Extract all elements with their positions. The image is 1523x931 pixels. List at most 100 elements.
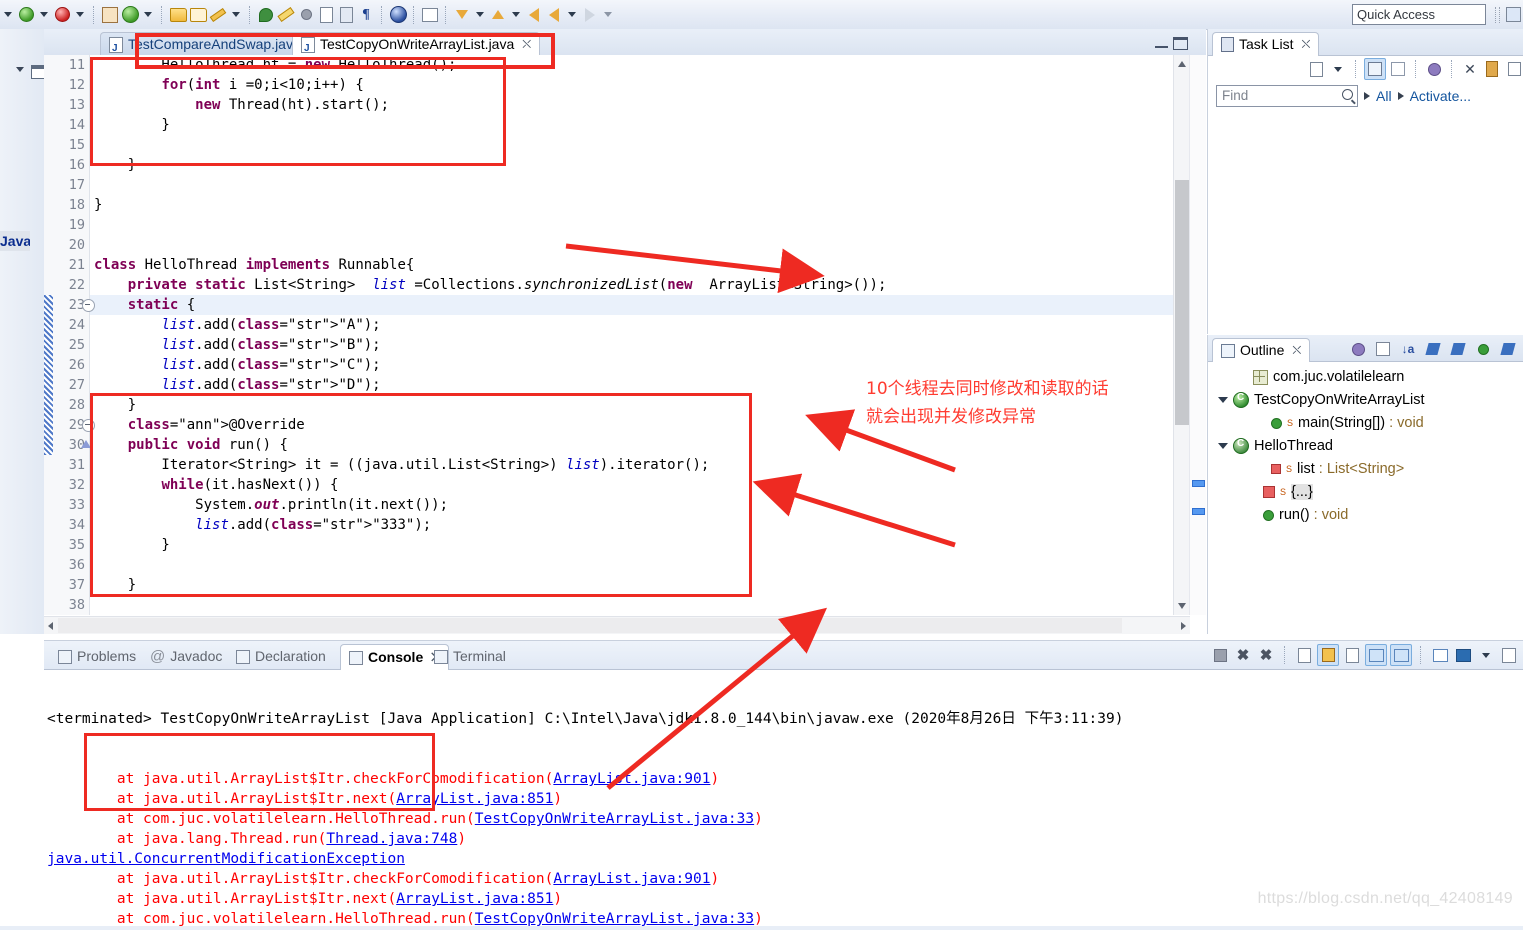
new-task-caret[interactable] (1328, 59, 1348, 79)
search-icon[interactable] (256, 3, 276, 27)
toggle-block-selection-icon[interactable] (316, 3, 336, 27)
open-console-icon[interactable] (1453, 645, 1473, 665)
quick-access-input[interactable]: Quick Access (1352, 4, 1486, 25)
link-with-editor-icon[interactable] (1498, 339, 1518, 359)
find-input[interactable]: Find (1216, 85, 1358, 107)
code-text[interactable]: HelloThread ht = new HelloThread(); for(… (94, 55, 1184, 615)
outline-row[interactable]: HelloThread (1214, 434, 1333, 458)
sort-icon[interactable]: ↓a (1398, 339, 1418, 359)
outline-row[interactable]: S {...} (1214, 480, 1313, 504)
editor-tab-testcopyonwritearraylist[interactable]: TestCopyOnWriteArrayList.java ⛌ (292, 32, 541, 60)
edit-caret[interactable] (232, 12, 240, 17)
previous-annotation-icon[interactable] (488, 3, 508, 27)
hide-non-public-icon[interactable] (1448, 339, 1468, 359)
tab-outline[interactable]: Outline ⛌ (1212, 338, 1311, 362)
overview-mark[interactable] (1192, 480, 1205, 487)
close-icon[interactable]: ⛌ (1292, 339, 1301, 362)
tab-declaration[interactable]: Declaration (228, 644, 334, 669)
code-editor[interactable]: 11 12 13 14 15 16 17 18 19 20 21 22 23 24 25 26 27 28 29 30… (44, 55, 1190, 615)
stack-frame-link[interactable]: ArrayList.java:901 (553, 871, 710, 887)
back-caret[interactable] (568, 12, 576, 17)
stack-frame-link[interactable]: TestCopyOnWriteArrayList.java:33 (475, 811, 754, 827)
clear-console-icon[interactable] (1294, 645, 1314, 665)
scroll-up-arrow-icon[interactable] (1178, 61, 1186, 67)
outline-row[interactable]: Slist : List<String> (1214, 457, 1404, 481)
outline-row[interactable]: com.juc.volatilelearn (1214, 365, 1404, 389)
show-whitespace-icon[interactable] (336, 3, 356, 27)
back-icon[interactable] (544, 3, 564, 27)
hide-static-icon[interactable] (1423, 339, 1443, 359)
pilcrow-icon[interactable]: ¶ (356, 3, 376, 27)
run-icon[interactable] (16, 3, 36, 27)
overview-mark[interactable] (1192, 508, 1205, 515)
forward-caret[interactable] (604, 12, 612, 17)
back-history-icon[interactable] (524, 3, 544, 27)
open-resource-icon[interactable] (188, 3, 208, 27)
stack-frame-link[interactable]: ArrayList.java:851 (396, 791, 553, 807)
chevron-down-icon[interactable] (1218, 443, 1228, 449)
editor-overview-ruler[interactable] (1189, 55, 1206, 615)
tab-problems[interactable]: Problems (50, 644, 144, 669)
hide-local-types-icon[interactable] (1473, 339, 1493, 359)
close-icon[interactable]: ⛌ (1301, 33, 1310, 56)
editor-horizontal-scrollbar[interactable] (44, 616, 1190, 634)
tab-terminal[interactable]: Terminal (426, 644, 514, 669)
new-task-icon[interactable] (1306, 59, 1326, 79)
exception-link[interactable]: java.util.ConcurrentModificationExceptio… (47, 851, 405, 867)
maximize-editor-icon[interactable] (1173, 37, 1188, 50)
editor-vertical-scrollbar[interactable] (1173, 55, 1190, 615)
fold-collapse-icon[interactable] (82, 299, 95, 312)
outline-row[interactable]: run() : void (1214, 503, 1348, 527)
outline-row[interactable]: TestCopyOnWriteArrayList (1214, 388, 1425, 412)
stack-frame-link[interactable]: TestCopyOnWriteArrayList.java:33 (475, 911, 754, 927)
filter-completed-icon[interactable]: ✕ (1460, 59, 1480, 79)
toggle-ant-icon[interactable] (296, 3, 316, 27)
tab-task-list[interactable]: Task List ⛌ (1212, 32, 1320, 56)
chevron-down-icon[interactable] (1218, 397, 1228, 403)
scroll-lock-icon[interactable] (1317, 644, 1339, 666)
stack-frame-link[interactable]: ArrayList.java:851 (396, 891, 553, 907)
java-perspective-label[interactable]: Java (0, 231, 30, 251)
scroll-down-arrow-icon[interactable] (1178, 603, 1186, 609)
new-console-view-icon[interactable] (1499, 645, 1519, 665)
show-console-on-output-icon[interactable] (1365, 644, 1387, 666)
remove-all-terminated-icon[interactable]: ✖ (1256, 645, 1276, 665)
run-history-caret[interactable] (40, 12, 48, 17)
scheduled-mode-icon[interactable] (1388, 59, 1408, 79)
display-selected-console-icon[interactable] (1430, 645, 1450, 665)
editor-scroll-thumb[interactable] (1175, 180, 1189, 425)
focus-on-active-task-icon[interactable] (1348, 339, 1368, 359)
scroll-right-arrow-icon[interactable] (1181, 622, 1186, 630)
editor-tab-testcompareandswap[interactable]: TestCompareAndSwap.java (100, 32, 310, 60)
next-annotation-icon[interactable] (452, 3, 472, 27)
mark-occurrences-icon[interactable] (276, 3, 296, 27)
toolbar-grip[interactable] (1495, 6, 1500, 23)
restore-view-icon[interactable] (31, 65, 45, 79)
collapse-all-icon[interactable] (1504, 59, 1523, 79)
pin-console-icon[interactable] (1390, 644, 1412, 666)
debug-history-caret[interactable] (76, 12, 84, 17)
new-java-project-icon[interactable] (120, 3, 140, 27)
forward-icon[interactable] (580, 3, 600, 27)
categorized-mode-icon[interactable] (1364, 58, 1386, 80)
close-icon[interactable]: ⛌ (522, 33, 531, 56)
stack-frame-link[interactable]: Thread.java:748 (326, 831, 457, 847)
hide-fields-icon[interactable] (1373, 339, 1393, 359)
open-web-browser-icon[interactable] (388, 3, 408, 27)
outline-row[interactable]: Smain(String[]) : void (1214, 411, 1424, 435)
remove-launch-icon[interactable]: ✖ (1233, 645, 1253, 665)
run-dropdown-caret[interactable] (4, 12, 12, 17)
scroll-left-arrow-icon[interactable] (48, 622, 53, 630)
previous-annotation-caret[interactable] (512, 12, 520, 17)
restore-caret-icon[interactable] (16, 67, 24, 72)
fold-collapse-icon[interactable] (82, 419, 95, 432)
open-type-icon[interactable] (168, 3, 188, 27)
terminate-icon[interactable] (1210, 645, 1230, 665)
focus-on-workweek-icon[interactable] (1424, 59, 1444, 79)
minimize-editor-icon[interactable] (1155, 37, 1168, 48)
tab-javadoc[interactable]: @ Javadoc (142, 644, 230, 669)
activate-filter-arrow-icon[interactable] (1397, 92, 1404, 100)
all-filter-arrow-icon[interactable] (1364, 92, 1370, 100)
open-console-caret[interactable] (1476, 645, 1496, 665)
next-annotation-caret[interactable] (476, 12, 484, 17)
